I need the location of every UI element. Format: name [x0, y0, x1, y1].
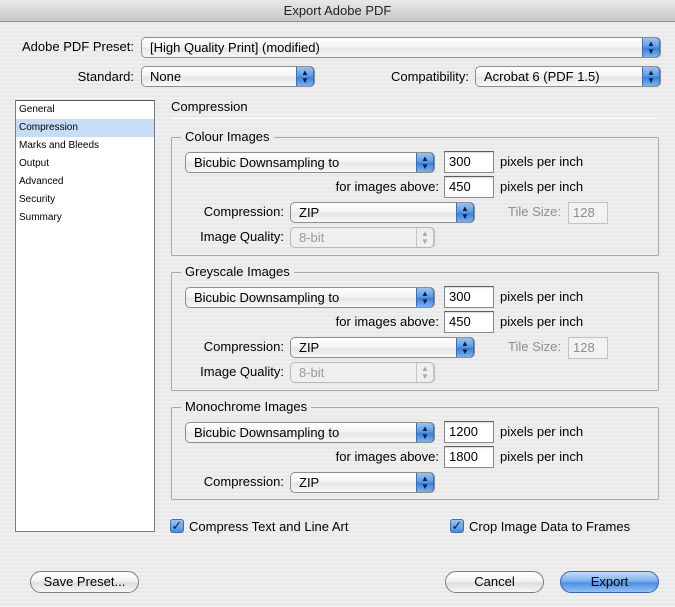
grey-sampling-dropdown[interactable]: Bicubic Downsampling to ▲ ▼: [185, 287, 435, 308]
updown-arrows-icon: ▲ ▼: [416, 363, 434, 382]
updown-arrows-icon: ▲ ▼: [416, 473, 434, 492]
compatibility-value: Acrobat 6 (PDF 1.5): [484, 69, 600, 84]
sidebar-item-advanced[interactable]: Advanced: [16, 173, 154, 191]
colour-tile-size-label: Tile Size:: [508, 204, 561, 219]
mono-above-label: for images above:: [335, 449, 439, 464]
standard-dropdown[interactable]: None ▲ ▼: [141, 66, 315, 87]
crop-image-checkbox[interactable]: ✓: [450, 519, 464, 533]
updown-arrows-icon: ▲ ▼: [416, 153, 434, 172]
mono-sampling-dropdown[interactable]: Bicubic Downsampling to ▲ ▼: [185, 422, 435, 443]
grey-ppi-field[interactable]: 300: [444, 286, 494, 308]
colour-sampling-dropdown[interactable]: Bicubic Downsampling to ▲ ▼: [185, 152, 435, 173]
mono-compression-dropdown[interactable]: ZIP ▲ ▼: [290, 472, 435, 493]
colour-compression-label: Compression:: [203, 204, 284, 219]
mono-sampling-value: Bicubic Downsampling to: [194, 425, 340, 440]
colour-images-title: Colour Images: [181, 129, 274, 144]
grey-quality-dropdown[interactable]: 8-bit ▲ ▼: [290, 362, 435, 383]
compatibility-dropdown[interactable]: Acrobat 6 (PDF 1.5) ▲ ▼: [475, 66, 661, 87]
mono-ppi-field[interactable]: 1200: [444, 421, 494, 443]
standard-label: Standard:: [77, 69, 134, 84]
grey-quality-value: 8-bit: [299, 365, 325, 380]
colour-above-unit: pixels per inch: [500, 179, 584, 194]
grey-compression-value: ZIP: [299, 340, 320, 355]
crop-image-label: Crop Image Data to Frames: [469, 519, 631, 534]
updown-arrows-icon: ▲ ▼: [642, 67, 660, 86]
mono-compression-value: ZIP: [299, 475, 320, 490]
mono-above-unit: pixels per inch: [500, 449, 584, 464]
compress-text-label: Compress Text and Line Art: [189, 519, 349, 534]
colour-above-label: for images above:: [335, 179, 439, 194]
updown-arrows-icon: ▲ ▼: [416, 423, 434, 442]
colour-above-field[interactable]: 450: [444, 176, 494, 198]
grey-quality-label: Image Quality:: [200, 364, 284, 379]
section-title: Compression: [171, 99, 248, 114]
preset-value: [High Quality Print] (modified): [150, 40, 320, 55]
mono-ppi-unit: pixels per inch: [500, 424, 584, 439]
updown-arrows-icon: ▲ ▼: [416, 288, 434, 307]
colour-compression-value: ZIP: [299, 205, 320, 220]
colour-compression-dropdown[interactable]: ZIP ▲ ▼: [290, 202, 475, 223]
window-title: Export Adobe PDF: [0, 0, 675, 22]
updown-arrows-icon: ▲ ▼: [642, 38, 660, 57]
colour-quality-dropdown[interactable]: 8-bit ▲ ▼: [290, 227, 435, 248]
grey-compression-label: Compression:: [203, 339, 284, 354]
colour-sampling-value: Bicubic Downsampling to: [194, 155, 340, 170]
colour-ppi-field[interactable]: 300: [444, 151, 494, 173]
grey-tile-size-label: Tile Size:: [508, 339, 561, 354]
colour-tile-size-field[interactable]: 128: [568, 202, 608, 224]
grey-tile-size-field[interactable]: 128: [568, 337, 608, 359]
preset-label: Adobe PDF Preset:: [22, 39, 134, 54]
sidebar-item-compression[interactable]: Compression: [16, 119, 154, 137]
preset-dropdown[interactable]: [High Quality Print] (modified) ▲ ▼: [141, 37, 661, 58]
monochrome-images-title: Monochrome Images: [181, 399, 312, 414]
grey-sampling-value: Bicubic Downsampling to: [194, 290, 340, 305]
sidebar-list[interactable]: General Compression Marks and Bleeds Out…: [15, 100, 155, 532]
colour-quality-label: Image Quality:: [200, 229, 284, 244]
updown-arrows-icon: ▲ ▼: [456, 203, 474, 222]
sidebar-item-security[interactable]: Security: [16, 191, 154, 209]
grey-above-unit: pixels per inch: [500, 314, 584, 329]
sidebar-item-marks-and-bleeds[interactable]: Marks and Bleeds: [16, 137, 154, 155]
export-button[interactable]: Export: [560, 571, 659, 593]
standard-value: None: [150, 69, 182, 84]
compatibility-label: Compatibility:: [390, 69, 469, 84]
sidebar-item-general[interactable]: General: [16, 101, 154, 119]
save-preset-button[interactable]: Save Preset...: [30, 571, 139, 593]
colour-quality-value: 8-bit: [299, 230, 325, 245]
mono-compression-label: Compression:: [203, 474, 284, 489]
colour-ppi-unit: pixels per inch: [500, 154, 584, 169]
grey-above-field[interactable]: 450: [444, 311, 494, 333]
greyscale-images-title: Greyscale Images: [181, 264, 294, 279]
mono-above-field[interactable]: 1800: [444, 446, 494, 468]
grey-ppi-unit: pixels per inch: [500, 289, 584, 304]
sidebar-item-output[interactable]: Output: [16, 155, 154, 173]
updown-arrows-icon: ▲ ▼: [416, 228, 434, 247]
cancel-button[interactable]: Cancel: [445, 571, 544, 593]
updown-arrows-icon: ▲ ▼: [456, 338, 474, 357]
sidebar-item-summary[interactable]: Summary: [16, 209, 154, 227]
compress-text-checkbox[interactable]: ✓: [170, 519, 184, 533]
section-divider: [171, 118, 658, 119]
grey-compression-dropdown[interactable]: ZIP ▲ ▼: [290, 337, 475, 358]
updown-arrows-icon: ▲ ▼: [296, 67, 314, 86]
grey-above-label: for images above:: [335, 314, 439, 329]
